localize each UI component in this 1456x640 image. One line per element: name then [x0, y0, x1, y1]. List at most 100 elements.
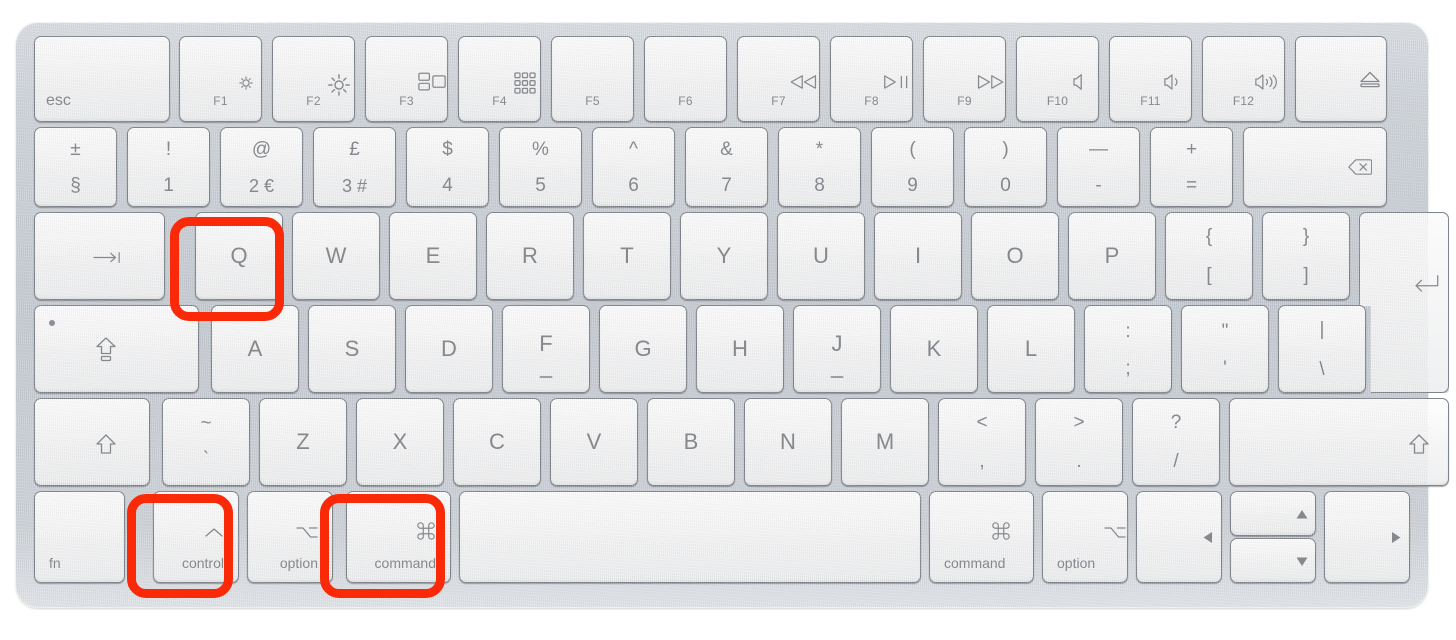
- key-letter-q[interactable]: Q: [195, 212, 283, 300]
- key-shift-right[interactable]: [1229, 398, 1449, 486]
- key-f9[interactable]: F9: [923, 36, 1006, 122]
- key-option-right[interactable]: option: [1042, 491, 1128, 583]
- key-letter-w[interactable]: W: [292, 212, 380, 300]
- key-digit-4[interactable]: $ 4: [406, 127, 489, 207]
- key-digit-9[interactable]: ( 9: [871, 127, 954, 207]
- key-comma[interactable]: < ,: [938, 398, 1026, 486]
- key-bracket-right[interactable]: } ]: [1262, 212, 1350, 300]
- key-letter-l[interactable]: L: [987, 305, 1075, 393]
- key-letter-c[interactable]: C: [453, 398, 541, 486]
- control-icon: [157, 506, 224, 557]
- key-letter-r[interactable]: R: [486, 212, 574, 300]
- key-letter-d[interactable]: D: [405, 305, 493, 393]
- key-letter-h[interactable]: H: [696, 305, 784, 393]
- key-letter-n[interactable]: N: [744, 398, 832, 486]
- key-letter-z[interactable]: Z: [259, 398, 347, 486]
- arrow-right-icon: [1325, 506, 1409, 569]
- key-command-right[interactable]: command: [929, 491, 1034, 583]
- key-letter-m[interactable]: M: [841, 398, 929, 486]
- key-arrow-right[interactable]: [1324, 491, 1410, 583]
- key-f2[interactable]: F2: [272, 36, 355, 122]
- key-digit-6[interactable]: ^ 6: [592, 127, 675, 207]
- key-legend-2: 2 €: [248, 176, 275, 196]
- key-label-b: B: [683, 429, 699, 454]
- key-arrow-up[interactable]: [1230, 491, 1316, 536]
- key-space[interactable]: [459, 491, 921, 583]
- key-letter-a[interactable]: A: [211, 305, 299, 393]
- key-grave[interactable]: ~ `: [162, 398, 250, 486]
- key-digit-5[interactable]: % 5: [499, 127, 582, 207]
- key-legend-shift-4: $: [442, 139, 453, 160]
- key-return[interactable]: [1359, 212, 1449, 393]
- key-option-left[interactable]: option: [247, 491, 333, 583]
- key-letter-k[interactable]: K: [890, 305, 978, 393]
- key-legend-3: 3 #: [341, 176, 368, 196]
- key-letter-u[interactable]: U: [777, 212, 865, 300]
- key-letter-f[interactable]: F: [502, 305, 590, 393]
- key-delete[interactable]: [1243, 127, 1387, 207]
- key-f7[interactable]: F7: [737, 36, 820, 122]
- key-section[interactable]: ± §: [34, 127, 117, 207]
- key-legend-greater-than: >: [1073, 412, 1085, 433]
- key-label-d: D: [441, 336, 457, 361]
- key-digit-2[interactable]: @ 2 €: [220, 127, 303, 207]
- key-f8[interactable]: F8: [830, 36, 913, 122]
- key-letter-s[interactable]: S: [308, 305, 396, 393]
- delete-backward-icon: [1304, 143, 1372, 192]
- key-digit-0[interactable]: ) 0: [964, 127, 1047, 207]
- key-f5[interactable]: F5: [551, 36, 634, 122]
- key-equal[interactable]: + =: [1150, 127, 1233, 207]
- shift-icon: [1364, 417, 1430, 471]
- key-letter-y[interactable]: Y: [680, 212, 768, 300]
- key-letter-j[interactable]: J: [793, 305, 881, 393]
- key-f3[interactable]: F3: [365, 36, 448, 122]
- key-letter-p[interactable]: P: [1068, 212, 1156, 300]
- key-letter-x[interactable]: X: [356, 398, 444, 486]
- key-slash[interactable]: ? /: [1132, 398, 1220, 486]
- key-digit-8[interactable]: * 8: [778, 127, 861, 207]
- key-legend-4: 4: [442, 175, 453, 196]
- key-letter-b[interactable]: B: [647, 398, 735, 486]
- key-digit-7[interactable]: & 7: [685, 127, 768, 207]
- key-legend-hyphen: -: [1095, 175, 1102, 196]
- key-field: esc F1 F2 F3 F4 F5 F6 F7 F8 F9 F10 F11 F…: [16, 22, 1449, 608]
- key-arrow-left[interactable]: [1136, 491, 1222, 583]
- key-f12[interactable]: F12: [1202, 36, 1285, 122]
- key-legend-pipe: |: [1319, 319, 1325, 340]
- key-tab[interactable]: [34, 212, 165, 300]
- key-label-option-right: option: [1057, 555, 1096, 571]
- key-letter-v[interactable]: V: [550, 398, 638, 486]
- home-bump-indicator-j: [830, 376, 844, 378]
- key-command-left[interactable]: command: [346, 491, 451, 583]
- key-letter-g[interactable]: G: [599, 305, 687, 393]
- key-digit-1[interactable]: ! 1: [127, 127, 210, 207]
- key-digit-3[interactable]: £ 3 #: [313, 127, 396, 207]
- arrow-left-icon: [1137, 506, 1221, 569]
- key-caps-lock[interactable]: [34, 305, 199, 393]
- key-hyphen[interactable]: — -: [1057, 127, 1140, 207]
- key-legend-0: 0: [1000, 175, 1011, 196]
- key-letter-i[interactable]: I: [874, 212, 962, 300]
- key-letter-t[interactable]: T: [583, 212, 671, 300]
- option-icon: [249, 506, 318, 557]
- key-eject[interactable]: [1295, 36, 1387, 122]
- key-f4[interactable]: F4: [458, 36, 541, 122]
- key-f10[interactable]: F10: [1016, 36, 1099, 122]
- key-semicolon[interactable]: : ;: [1084, 305, 1172, 393]
- key-period[interactable]: > .: [1035, 398, 1123, 486]
- key-f11[interactable]: F11: [1109, 36, 1192, 122]
- key-legend-grave: `: [202, 449, 210, 470]
- key-f1[interactable]: F1: [179, 36, 262, 122]
- key-letter-o[interactable]: O: [971, 212, 1059, 300]
- key-letter-e[interactable]: E: [389, 212, 477, 300]
- key-fn[interactable]: fn: [34, 491, 125, 583]
- key-escape[interactable]: esc: [34, 36, 170, 122]
- key-backslash[interactable]: | \: [1278, 305, 1366, 393]
- key-control-left[interactable]: control: [153, 491, 239, 583]
- key-shift-left[interactable]: [34, 398, 150, 486]
- key-quote[interactable]: " ': [1181, 305, 1269, 393]
- key-bracket-left[interactable]: { [: [1165, 212, 1253, 300]
- key-arrow-down[interactable]: [1230, 538, 1316, 583]
- option-icon: [1057, 506, 1126, 557]
- key-f6[interactable]: F6: [644, 36, 727, 122]
